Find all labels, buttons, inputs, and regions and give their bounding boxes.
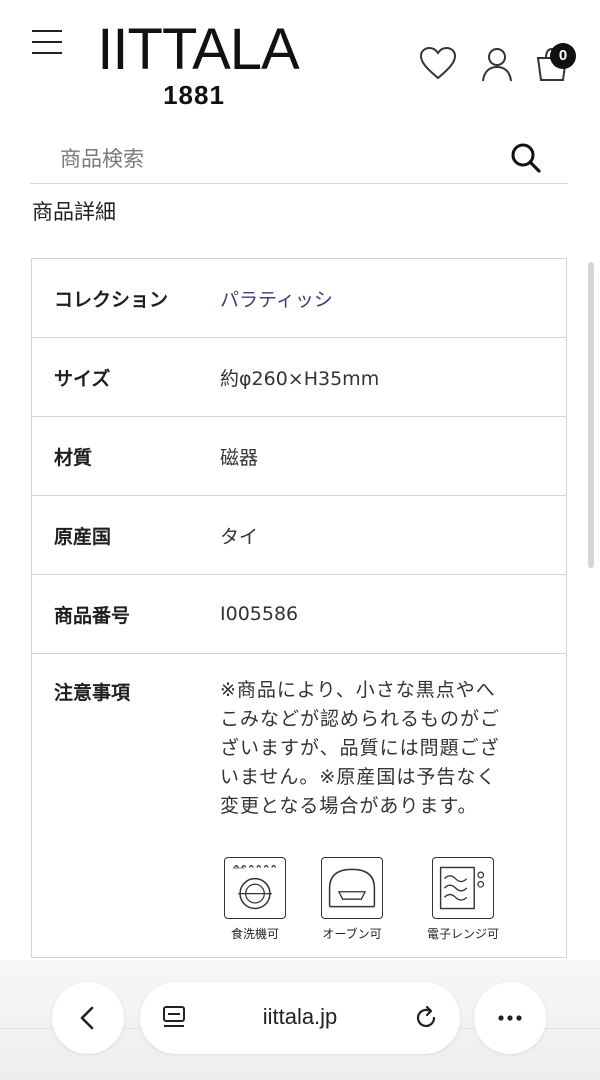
product-detail-table: コレクション パラティッシ サイズ 約φ260×H35mm 材質 磁器 原産国 … xyxy=(31,258,567,958)
page-scrollbar[interactable] xyxy=(588,262,594,568)
oven-icon xyxy=(321,857,383,919)
notes-line: いません。※原産国は予告なく xyxy=(220,766,497,788)
table-row-notes: 注意事項 ※商品により、小さな黒点やへ こみなどが認められるものがご ざいますが… xyxy=(32,654,566,957)
table-row: 原産国 タイ xyxy=(32,496,566,575)
row-value: 磁器 xyxy=(220,446,259,469)
table-row: サイズ 約φ260×H35mm xyxy=(32,338,566,417)
browser-toolbar: iittala.jp xyxy=(0,960,600,1080)
row-label: 注意事項 xyxy=(54,682,131,704)
site-header: IITTALA 1881 0 xyxy=(0,0,600,120)
row-value: I005586 xyxy=(220,603,299,625)
section-title: 商品詳細 xyxy=(32,200,116,224)
reload-icon[interactable] xyxy=(412,1004,440,1032)
chevron-left-icon xyxy=(80,1006,94,1030)
row-value: 約φ260×H35mm xyxy=(220,367,380,390)
dishwasher-icon: ᵈᵈᵈᵈᵈ xyxy=(224,857,286,919)
notes-line: こみなどが認められるものがご xyxy=(220,708,501,730)
brand-year: 1881 xyxy=(163,80,225,110)
notes-text: ※商品により、小さな黒点やへ こみなどが認められるものがご ざいますが、品質には… xyxy=(220,676,538,821)
account-user-icon[interactable] xyxy=(477,44,517,84)
table-row: 材質 磁器 xyxy=(32,417,566,496)
care-icons: ᵈᵈᵈᵈᵈ 食洗機可 オーブン可 電子レンジ可 xyxy=(220,857,538,942)
row-label: サイズ xyxy=(54,367,111,390)
row-label: コレクション xyxy=(54,288,169,311)
table-row: コレクション パラティッシ xyxy=(32,259,566,338)
row-label: 材質 xyxy=(54,446,93,469)
cart-count-badge[interactable]: 0 xyxy=(550,43,576,69)
care-label: 電子レンジ可 xyxy=(426,927,499,941)
notes-line: ざいますが、品質には問題ござ xyxy=(220,737,500,759)
notes-line: 変更となる場合があります。 xyxy=(220,795,478,817)
table-row: 商品番号 I005586 xyxy=(32,575,566,654)
search-input[interactable] xyxy=(60,142,480,176)
care-item-microwave: 電子レンジ可 xyxy=(416,857,510,942)
row-label: 原産国 xyxy=(54,525,112,548)
collection-link[interactable]: パラティッシ xyxy=(198,259,566,337)
more-dots-icon xyxy=(498,1015,522,1021)
care-label: オーブン可 xyxy=(322,927,382,941)
notes-line: ※商品により、小さな黒点やへ xyxy=(220,679,496,701)
more-options-button[interactable] xyxy=(474,982,546,1054)
hamburger-menu-icon[interactable] xyxy=(32,30,66,60)
search-bar xyxy=(30,132,568,184)
favorites-heart-icon[interactable] xyxy=(418,44,458,84)
care-item-oven: オーブン可 xyxy=(310,857,394,942)
row-label: 商品番号 xyxy=(54,604,131,627)
notes-value: ※商品により、小さな黒点やへ こみなどが認められるものがご ざいますが、品質には… xyxy=(198,654,566,942)
brand-name: IITTALA xyxy=(97,17,299,82)
row-value: タイ xyxy=(220,525,259,548)
address-bar[interactable]: iittala.jp xyxy=(140,982,460,1054)
search-icon[interactable] xyxy=(508,140,544,176)
back-button[interactable] xyxy=(52,982,124,1054)
care-item-dishwasher: ᵈᵈᵈᵈᵈ 食洗機可 xyxy=(220,857,290,942)
brand-logo[interactable]: IITTALA 1881 xyxy=(88,18,308,118)
microwave-icon xyxy=(432,857,494,919)
care-label: 食洗機可 xyxy=(230,927,279,941)
